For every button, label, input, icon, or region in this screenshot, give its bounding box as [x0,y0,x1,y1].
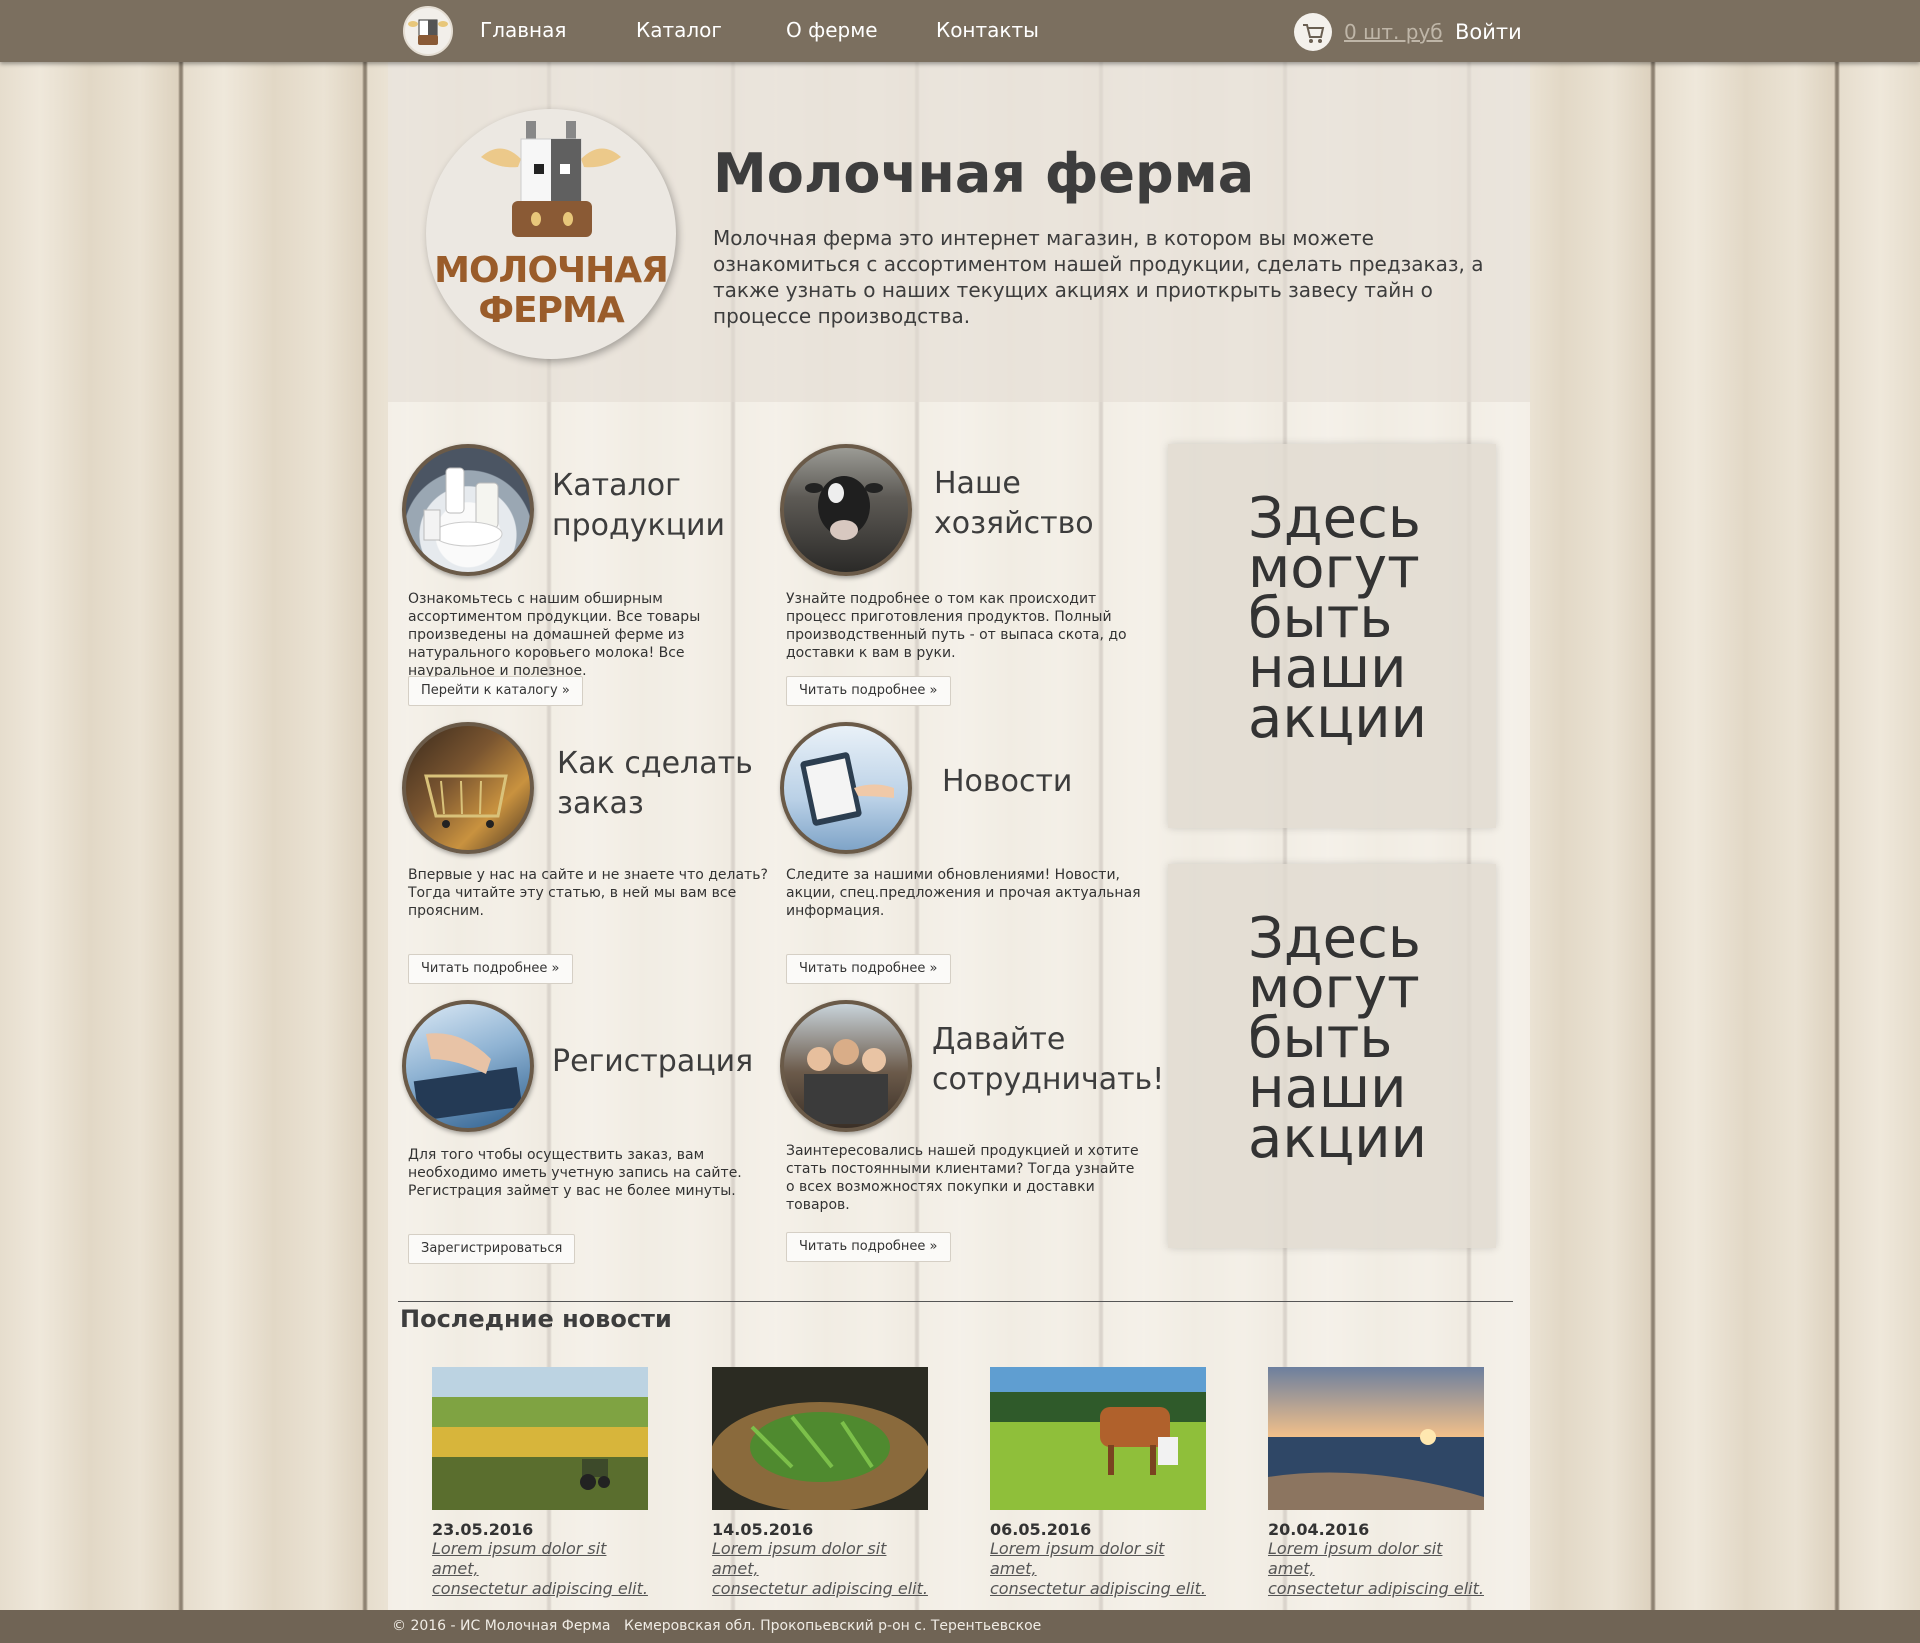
news-text-line-2: consectetur adipiscing elit. [712,1579,928,1598]
read-more-button[interactable]: Читать подробнее » [786,954,951,984]
dairy-products-image[interactable] [402,444,534,576]
feature-title-line-2: хозяйство [934,506,1094,541]
divider [398,1301,1513,1302]
logo-text-line-2: ФЕРМА [478,290,624,331]
cart-summary-link[interactable]: 0 шт. руб [1344,20,1443,44]
grazing-cow-image[interactable] [990,1367,1206,1510]
news-date: 14.05.2016 [712,1520,814,1539]
news-link[interactable]: Lorem ipsum dolor sit amet, consectetur … [990,1539,1210,1599]
news-text-line-1: Lorem ipsum dolor sit amet, [1268,1539,1443,1578]
read-more-button[interactable]: Читать подробнее » [786,676,951,706]
news-item[interactable]: 23.05.2016 Lorem ipsum dolor sit amet, c… [432,1367,652,1599]
group-of-people-image[interactable] [780,1000,912,1132]
feature-description: Впервые у нас на сайте и не знаете что д… [408,867,768,919]
feature-title-line-1: Каталог [552,468,681,503]
hero-description: Молочная ферма это интернет магазин, в к… [713,226,1484,328]
cow-head-icon [481,121,621,237]
feature-description: Ознакомьтесь с нашим обширным ассортимен… [408,591,701,679]
feature-catalog: Каталог продукции Ознакомьтесь с нашим о… [402,444,762,724]
login-link[interactable]: Войти [1455,20,1522,44]
feature-title-line-1: Давайте [932,1022,1066,1057]
promo-text: Здесь могут быть наши акции [1248,906,1428,1171]
news-item[interactable]: 06.05.2016 Lorem ipsum dolor sit amet, c… [990,1367,1210,1599]
cows-image[interactable] [780,444,912,576]
news-text-line-1: Lorem ipsum dolor sit amet, [432,1539,607,1578]
feature-description: Узнайте подробнее о том как происходит п… [786,591,1127,661]
news-text-line-2: consectetur adipiscing elit. [990,1579,1206,1598]
feature-title-line-2: заказ [557,786,644,821]
news-date: 06.05.2016 [990,1520,1092,1539]
page-title: Молочная ферма [713,142,1255,205]
news-text-line-2: consectetur adipiscing elit. [432,1579,648,1598]
shopping-cart-image[interactable] [402,722,534,854]
cart-icon[interactable] [1294,13,1332,51]
news-text-line-2: consectetur adipiscing elit. [1268,1579,1484,1598]
promo-text: Здесь могут быть наши акции [1248,486,1428,751]
read-more-button[interactable]: Читать подробнее » [408,954,573,984]
main-content: МОЛОЧНАЯ ФЕРМА Молочная ферма Молочная ф… [388,62,1530,1610]
tablet-news-image[interactable] [780,722,912,854]
feature-title-line-2: продукции [552,508,726,543]
logo-text-line-1: МОЛОЧНАЯ [434,250,669,291]
read-more-button[interactable]: Читать подробнее » [786,1232,951,1262]
field-tractor-image[interactable] [432,1367,648,1510]
cow-logo-icon[interactable] [403,6,453,56]
feature-how-to-order: Как сделать заказ Впервые у нас на сайте… [402,722,768,1002]
nav-link-about[interactable]: О ферме [786,18,878,42]
feature-description: Для того чтобы осуществить заказ, вам не… [408,1147,742,1199]
footer: © 2016 - ИС Молочная Ферма Кемеровская о… [0,1610,1920,1643]
footer-copyright: © 2016 - ИС Молочная Ферма [392,1618,611,1634]
news-text-line-1: Lorem ipsum dolor sit amet, [712,1539,887,1578]
latest-news-heading: Последние новости [400,1305,672,1333]
promo-banner[interactable]: Здесь могут быть наши акции [1168,864,1496,1248]
news-item[interactable]: 14.05.2016 Lorem ipsum dolor sit amet, c… [710,1367,932,1599]
feature-news: Новости Следите за нашими обновлениями! … [780,722,1141,1002]
feature-title-line-1: Регистрация [552,1044,754,1079]
promo-banner[interactable]: Здесь могут быть наши акции [1168,444,1496,828]
sunset-beach-image[interactable] [1268,1367,1484,1510]
nav-link-home[interactable]: Главная [480,18,566,42]
keyboard-typing-image[interactable] [402,1000,534,1132]
feature-title-line-1: Новости [942,764,1073,799]
feature-title-line-1: Как сделать [557,746,753,781]
news-text-line-1: Lorem ipsum dolor sit amet, [990,1539,1165,1578]
feature-title-line-1: Наше [934,466,1021,501]
top-navigation-bar: Главная Каталог О ферме Контакты 0 шт. р… [0,0,1920,62]
register-button[interactable]: Зарегистрироваться [408,1234,576,1264]
news-link[interactable]: Lorem ipsum dolor sit amet, consectetur … [432,1539,652,1599]
feature-our-farm: Наше хозяйство Узнайте подробнее о том к… [780,444,1140,724]
news-item[interactable]: 20.04.2016 Lorem ipsum dolor sit amet, c… [1268,1367,1488,1599]
feature-description: Следите за нашими обновлениями! Новости,… [786,867,1141,919]
go-to-catalog-button[interactable]: Перейти к каталогу » [408,676,583,706]
farm-logo: МОЛОЧНАЯ ФЕРМА [426,109,676,359]
footer-address: Кемеровская обл. Прокопьевский р-он с. Т… [624,1618,1042,1634]
news-link[interactable]: Lorem ipsum dolor sit amet, consectetur … [1268,1539,1488,1599]
feature-description: Заинтересовались нашей продукцией и хоти… [786,1143,1139,1213]
feature-cooperate: Давайте сотрудничать! Заинтересовались н… [780,1000,1164,1280]
feature-title-line-2: сотрудничать! [932,1062,1165,1097]
nav-link-catalog[interactable]: Каталог [636,18,722,42]
tea-leaves-image[interactable] [710,1367,930,1512]
news-date: 23.05.2016 [432,1520,534,1539]
nav-link-contacts[interactable]: Контакты [936,18,1039,42]
news-link[interactable]: Lorem ipsum dolor sit amet, consectetur … [712,1539,932,1599]
hero-section: МОЛОЧНАЯ ФЕРМА Молочная ферма Молочная ф… [388,62,1530,402]
news-date: 20.04.2016 [1268,1520,1370,1539]
feature-registration: Регистрация Для того чтобы осуществить з… [402,1000,762,1280]
